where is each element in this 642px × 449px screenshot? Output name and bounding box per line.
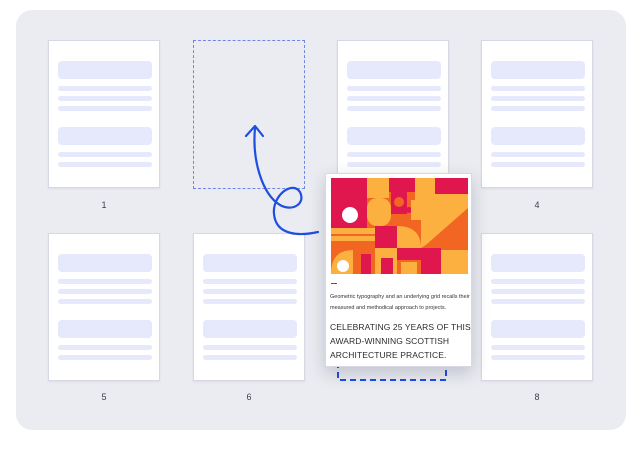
placeholder-line	[491, 355, 585, 360]
placeholder-line	[58, 152, 152, 157]
page-number: 4	[534, 200, 540, 210]
placeholder-line	[58, 106, 152, 111]
placeholder-line	[347, 152, 441, 157]
dragged-page-card[interactable]: Geometric typography and an underlying g…	[325, 173, 472, 367]
page-thumbnail-4[interactable]	[481, 40, 593, 188]
placeholder-line	[491, 162, 585, 167]
placeholder-line	[203, 299, 297, 304]
placeholder-line	[491, 345, 585, 350]
placeholder-block	[491, 320, 585, 338]
placeholder-line	[347, 162, 441, 167]
placeholder-block	[347, 61, 441, 79]
placeholder-line	[203, 289, 297, 294]
page-headline: CELEBRATING 25 YEARS OF THIS AWARD-WINNI…	[330, 322, 471, 360]
placeholder-line	[491, 289, 585, 294]
placeholder-block	[203, 254, 297, 272]
placeholder-line	[58, 96, 152, 101]
placeholder-line	[347, 106, 441, 111]
page-number: 1	[101, 200, 107, 210]
placeholder-line	[347, 86, 441, 91]
placeholder-line	[491, 152, 585, 157]
placeholder-line	[58, 345, 152, 350]
placeholder-block	[203, 320, 297, 338]
page-number: 6	[246, 392, 252, 402]
placeholder-block	[58, 127, 152, 145]
placeholder-block	[58, 61, 152, 79]
placeholder-line	[58, 355, 152, 360]
page-thumbnail-3[interactable]	[337, 40, 449, 188]
placeholder-line	[491, 279, 585, 284]
placeholder-line	[58, 86, 152, 91]
placeholder-line	[58, 162, 152, 167]
placeholder-block	[491, 254, 585, 272]
placeholder-line	[58, 289, 152, 294]
placeholder-block	[491, 127, 585, 145]
geometric-artwork	[331, 178, 468, 274]
accent-dash	[331, 283, 337, 284]
placeholder-line	[203, 279, 297, 284]
placeholder-block	[58, 320, 152, 338]
placeholder-line	[58, 279, 152, 284]
drop-target-slot	[193, 40, 305, 189]
page-number: 8	[534, 392, 540, 402]
placeholder-line	[491, 299, 585, 304]
placeholder-line	[58, 299, 152, 304]
placeholder-line	[203, 355, 297, 360]
placeholder-line	[347, 96, 441, 101]
placeholder-line	[491, 96, 585, 101]
page-number: 5	[101, 392, 107, 402]
placeholder-block	[58, 254, 152, 272]
placeholder-line	[491, 106, 585, 111]
placeholder-block	[347, 127, 441, 145]
placeholder-line	[203, 345, 297, 350]
page-thumbnail-5[interactable]	[48, 233, 160, 381]
page-thumbnail-8[interactable]	[481, 233, 593, 381]
placeholder-block	[491, 61, 585, 79]
page-thumbnail-6[interactable]	[193, 233, 305, 381]
placeholder-line	[491, 86, 585, 91]
page-thumbnail-1[interactable]	[48, 40, 160, 188]
page-caption: Geometric typography and an underlying g…	[330, 294, 470, 311]
